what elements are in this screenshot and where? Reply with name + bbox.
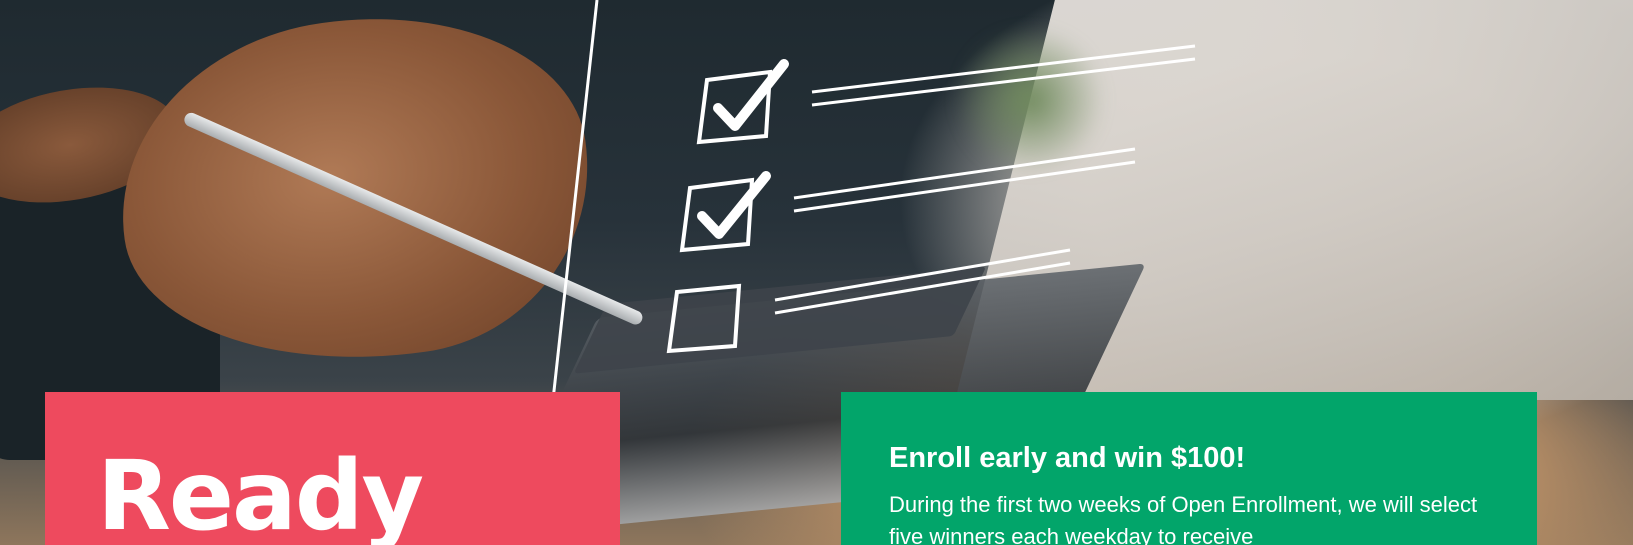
promo-body: During the first two weeks of Open Enrol… bbox=[889, 492, 1478, 545]
checkmark-2-icon bbox=[697, 171, 771, 239]
enroll-promo-card: Enroll early and win $100! During the fi… bbox=[841, 392, 1537, 545]
promo-heading: Enroll early and win $100! bbox=[889, 442, 1246, 474]
hero-banner: Ready Enroll early and win $100! During … bbox=[0, 0, 1633, 545]
ready-heading: Ready bbox=[97, 440, 424, 545]
ready-card: Ready bbox=[45, 392, 620, 545]
checkbox-1-icon bbox=[696, 69, 773, 145]
checkmark-1-icon bbox=[713, 59, 789, 131]
checkbox-2-icon bbox=[679, 177, 755, 253]
background-plant bbox=[950, 30, 1110, 170]
